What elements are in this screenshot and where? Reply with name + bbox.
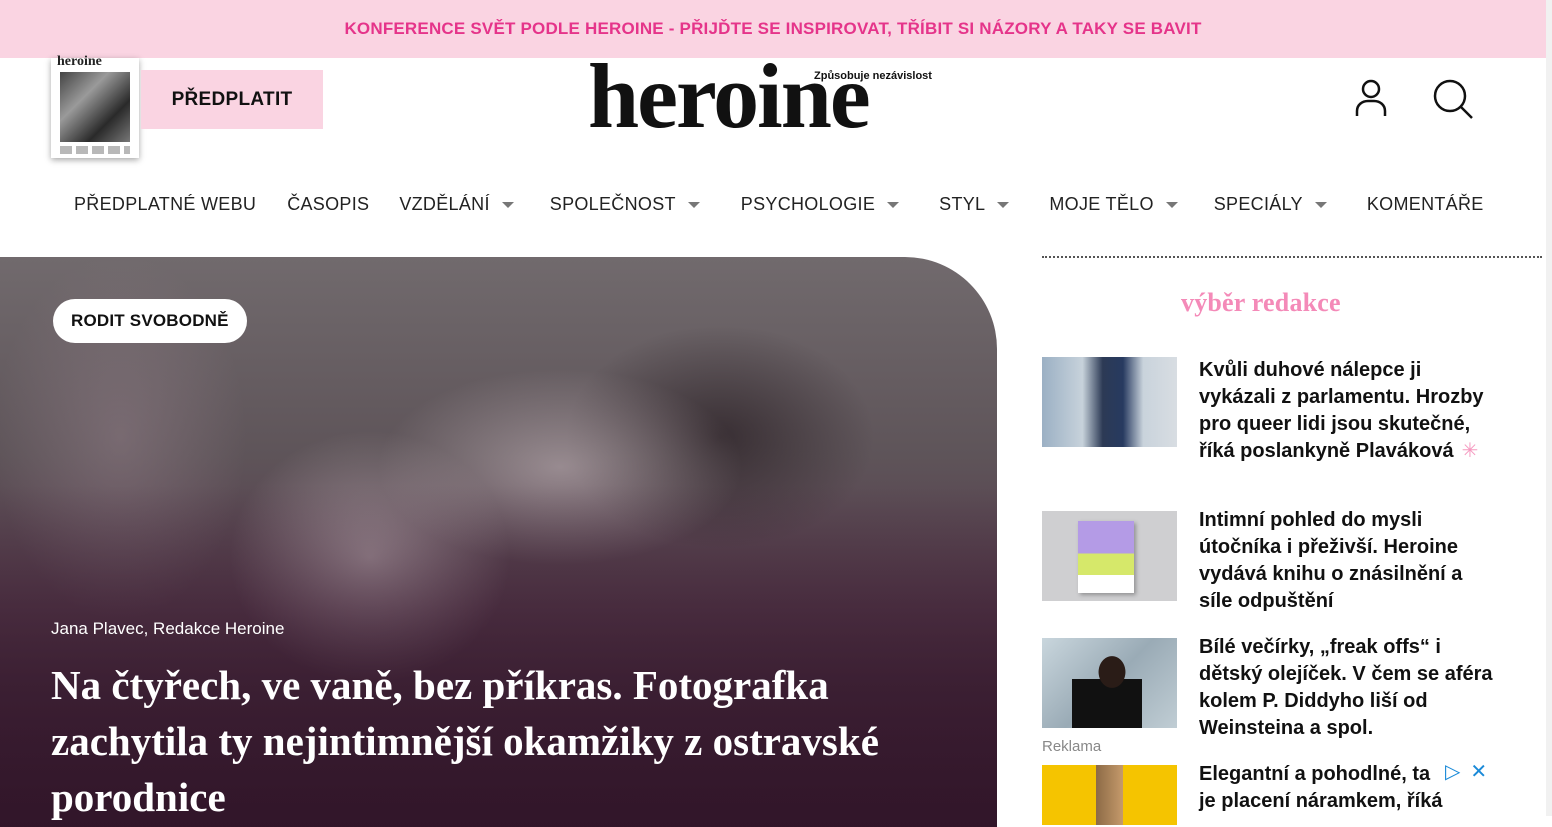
nav-item-casopis[interactable]: ČASOPIS [287,194,369,215]
nav-item-label: PSYCHOLOGIE [740,193,876,214]
nav-item-label: SPOLEČNOST [549,193,676,214]
nav-item-psychologie[interactable]: PSYCHOLOGIE [740,193,900,215]
pick-title[interactable]: Intimní pohled do mysli útočníka i přeži… [1199,507,1499,615]
chevron-down-icon [887,202,900,208]
cover-headlines [60,146,130,154]
hero-authors[interactable]: Jana Plavec, Redakce Heroine [51,619,284,639]
hero-title[interactable]: Na čtyřech, ve vaně, bez příkras. Fotogr… [51,657,951,825]
ad-controls: ▷ ✕ [1445,762,1487,782]
cover-photo [60,72,130,142]
chevron-down-icon [997,202,1010,208]
search-button[interactable] [1430,76,1474,120]
nav-item-styl[interactable]: STYL [939,193,1010,215]
hero-category-tag[interactable]: RODIT SVOBODNĚ [53,299,247,343]
chevron-down-icon [1165,202,1178,208]
subscribe-button[interactable]: PŘEDPLATIT [141,70,323,129]
editors-pick-heading: výběr redakce [1181,288,1341,317]
pick-thumbnail[interactable] [1042,357,1177,447]
pick-title[interactable]: Bílé večírky, „freak offs“ i dětský olej… [1199,634,1499,742]
nav-item-label: PŘEDPLATNÉ WEBU [74,193,257,214]
asterisk-icon: ✳ [1461,440,1479,462]
sidebar-divider [1042,256,1542,258]
nav-item-label: STYL [939,193,986,214]
announcement-link[interactable]: KONFERENCE SVĚT PODLE HEROINE - PŘIJĎTE … [344,19,1201,39]
nav-item-label: ČASOPIS [287,193,370,214]
user-icon [1355,79,1387,116]
nav-item-predplatne-webu[interactable]: PŘEDPLATNÉ WEBU [74,194,256,215]
logo-wordmark: heroine [588,45,871,147]
pick-title[interactable]: Kvůli duhové nálepce ji vykázali z parla… [1199,357,1499,465]
nav-item-specialy[interactable]: SPECIÁLY [1214,194,1327,215]
nav-item-spolecnost[interactable]: SPOLEČNOST [550,194,700,215]
nav-item-vzdelani[interactable]: VZDĚLÁNÍ [399,193,514,215]
close-icon[interactable]: ✕ [1470,762,1487,782]
magazine-cover[interactable]: heroine [51,54,139,158]
adchoices-icon[interactable]: ▷ [1445,762,1460,782]
nav-item-label: KOMENTÁŘE [1366,193,1484,214]
cover-masthead: heroine [57,54,102,69]
book-cover [1078,521,1134,593]
logo-tagline: Způsobuje nezávislost [814,70,932,82]
page-scrollbar[interactable] [1546,0,1552,816]
ad-thumbnail[interactable] [1042,765,1177,825]
portrait-figure [1072,646,1142,728]
chevron-down-icon [1314,202,1327,208]
main-nav: PŘEDPLATNÉ WEBU ČASOPIS VZDĚLÁNÍ SPOLEČN… [60,190,1484,218]
search-icon [1433,79,1473,119]
account-button[interactable] [1349,76,1393,120]
pick-thumbnail[interactable] [1042,638,1177,728]
hero-article[interactable]: RODIT SVOBODNĚ Jana Plavec, Redakce Hero… [0,257,997,827]
site-logo[interactable]: heroine Způsobuje nezávislost [588,50,958,154]
chevron-down-icon [501,202,514,208]
nav-item-komentare[interactable]: KOMENTÁŘE [1367,194,1484,215]
ad-title[interactable]: Elegantní a pohodlné, ta je placení nára… [1199,761,1449,815]
pick-thumbnail[interactable] [1042,511,1177,601]
nav-item-label: MOJE TĚLO [1049,193,1154,214]
nav-item-label: VZDĚLÁNÍ [399,193,490,214]
chevron-down-icon [687,202,700,208]
nav-item-label: SPECIÁLY [1213,193,1303,214]
nav-item-moje-telo[interactable]: MOJE TĚLO [1049,193,1178,215]
ad-label: Reklama [1042,738,1102,755]
pick-title-text[interactable]: Kvůli duhové nálepce ji vykázali z parla… [1199,359,1484,462]
